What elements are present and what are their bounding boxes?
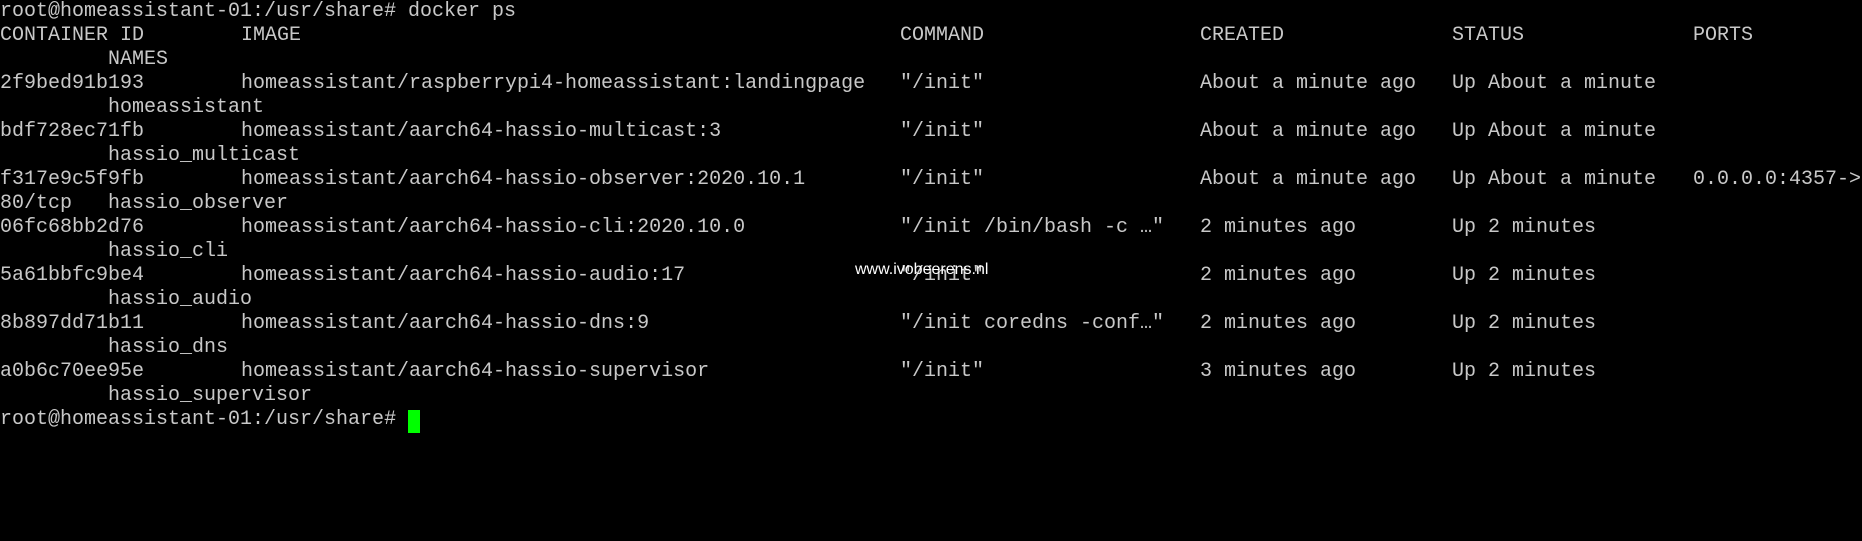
status: Up 2 minutes xyxy=(1452,360,1597,383)
container-id: f317e9c5f9fb xyxy=(0,168,145,191)
created: 2 minutes ago xyxy=(1200,312,1357,335)
table-row: bdf728ec71fb homeassistant/aarch64-hassio… xyxy=(0,120,1862,144)
table-row: a0b6c70ee95e homeassistant/aarch64-hassio… xyxy=(0,360,1862,384)
names: hassio_cli xyxy=(108,240,229,263)
command-text: docker ps xyxy=(408,0,517,23)
names: hassio_audio xyxy=(108,288,253,311)
created: About a minute ago xyxy=(1200,168,1417,191)
status: Up 2 minutes xyxy=(1452,312,1597,335)
container-id: 8b897dd71b11 xyxy=(0,312,145,335)
header-line: CONTAINER ID IMAGE COMMAND CREATED STATUS POR… xyxy=(0,24,1862,48)
created: 2 minutes ago xyxy=(1200,264,1357,287)
status: Up About a minute xyxy=(1452,72,1657,95)
header-container-id: CONTAINER ID xyxy=(0,24,145,47)
command: "/init" xyxy=(900,360,985,383)
command: "/init" xyxy=(900,120,985,143)
prompt-line: root@homeassistant-01:/usr/share# xyxy=(0,408,1862,432)
image: homeassistant/aarch64-hassio-dns:9 xyxy=(241,312,650,335)
table-row: f317e9c5f9fb homeassistant/aarch64-hassio… xyxy=(0,168,1862,192)
status: Up 2 minutes xyxy=(1452,264,1597,287)
command-line: root@homeassistant-01:/usr/share# docker … xyxy=(0,0,1862,24)
header-command: COMMAND xyxy=(900,24,985,47)
created: About a minute ago xyxy=(1200,72,1417,95)
command: "/init" xyxy=(900,72,985,95)
table-row-wrap: hassio_supervisor xyxy=(0,384,1862,408)
status: Up 2 minutes xyxy=(1452,216,1597,239)
table-row-wrap: hassio_audio xyxy=(0,288,1862,312)
table-row: 8b897dd71b11 homeassistant/aarch64-hassio… xyxy=(0,312,1862,336)
table-row: 06fc68bb2d76 homeassistant/aarch64-hassio… xyxy=(0,216,1862,240)
names: hassio_supervisor xyxy=(108,384,313,407)
image: homeassistant/aarch64-hassio-multicast:3 xyxy=(241,120,722,143)
table-row: 2f9bed91b193 homeassistant/raspberrypi4-h… xyxy=(0,72,1862,96)
image: homeassistant/aarch64-hassio-cli:2020.10… xyxy=(241,216,746,239)
image: homeassistant/aarch64-hassio-audio:17 xyxy=(241,264,686,287)
command: "/init coredns -conf…" xyxy=(900,312,1165,335)
container-id: a0b6c70ee95e xyxy=(0,360,145,383)
status: Up About a minute xyxy=(1452,168,1657,191)
watermark: www.ivobeerens.nl xyxy=(855,261,989,278)
table-row-wrap: 80/tcp hassio_observer xyxy=(0,192,1862,216)
prompt: root@homeassistant-01:/usr/share# xyxy=(0,408,397,431)
image: homeassistant/aarch64-hassio-supervisor xyxy=(241,360,710,383)
ports: 0.0.0.0:4357-> xyxy=(1693,168,1862,191)
image: homeassistant/aarch64-hassio-observer:20… xyxy=(241,168,806,191)
status: Up About a minute xyxy=(1452,120,1657,143)
created: 2 minutes ago xyxy=(1200,216,1357,239)
prompt: root@homeassistant-01:/usr/share# xyxy=(0,0,397,23)
table-row-wrap: hassio_multicast xyxy=(0,144,1862,168)
container-id: 2f9bed91b193 xyxy=(0,72,145,95)
created: About a minute ago xyxy=(1200,120,1417,143)
command: "/init /bin/bash -c …" xyxy=(900,216,1165,239)
created: 3 minutes ago xyxy=(1200,360,1357,383)
header-line-wrap: NAMES xyxy=(0,48,1862,72)
table-row-wrap: hassio_dns xyxy=(0,336,1862,360)
names: hassio_multicast xyxy=(108,144,301,167)
header-names: NAMES xyxy=(108,48,169,71)
command: "/init" xyxy=(900,168,985,191)
table-row-wrap: homeassistant xyxy=(0,96,1862,120)
terminal-cursor[interactable] xyxy=(408,410,420,433)
container-id: 06fc68bb2d76 xyxy=(0,216,145,239)
names: hassio_dns xyxy=(108,336,229,359)
header-image: IMAGE xyxy=(241,24,302,47)
header-ports: PORTS xyxy=(1693,24,1754,47)
container-id: bdf728ec71fb xyxy=(0,120,145,143)
names: hassio_observer xyxy=(108,192,289,215)
names: homeassistant xyxy=(108,96,265,119)
header-status: STATUS xyxy=(1452,24,1525,47)
header-created: CREATED xyxy=(1200,24,1285,47)
container-id: 5a61bbfc9be4 xyxy=(0,264,145,287)
ports-continued: 80/tcp xyxy=(0,192,73,215)
image: homeassistant/raspberrypi4-homeassistant… xyxy=(241,72,866,95)
